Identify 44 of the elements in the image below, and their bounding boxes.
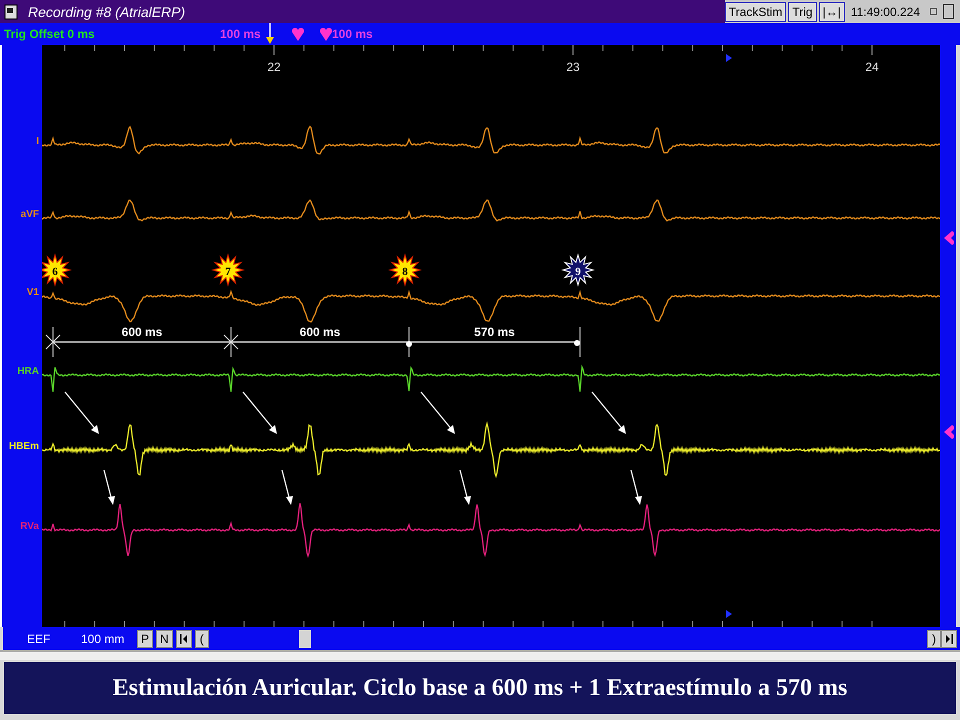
heart-icon bbox=[292, 27, 304, 41]
interval-label: 600 ms bbox=[122, 325, 162, 339]
scroll-right-button[interactable]: ) bbox=[927, 630, 941, 648]
time-label: 24 bbox=[865, 60, 879, 74]
time-label: 22 bbox=[267, 60, 281, 74]
window-title: Recording #8 (AtrialERP) bbox=[28, 4, 186, 20]
window-after-label: 100 ms bbox=[332, 27, 373, 41]
channel-label: HBEm bbox=[8, 441, 39, 452]
channel-marker-icon bbox=[944, 425, 954, 439]
paper-speed-label: 100 mm bbox=[81, 632, 126, 646]
skip-to-start-icon[interactable] bbox=[176, 630, 192, 648]
cursor-marker-icon bbox=[726, 54, 732, 62]
channel-label: I bbox=[36, 136, 39, 147]
heart-icon bbox=[320, 27, 332, 41]
interval-label: 570 ms bbox=[474, 325, 515, 339]
interval-label: 600 ms bbox=[300, 325, 340, 339]
channel-marker-icon bbox=[944, 231, 954, 245]
toolbar-button[interactable]: TrackStim bbox=[724, 2, 786, 22]
cursor-marker-icon bbox=[726, 610, 732, 618]
minimize-icon[interactable] bbox=[930, 8, 937, 15]
document-icon bbox=[4, 4, 18, 20]
maximize-icon[interactable] bbox=[943, 4, 954, 19]
stimulus-number: 6 bbox=[52, 266, 58, 278]
nav-button[interactable]: P bbox=[137, 630, 154, 648]
window-before-label: 100 ms bbox=[220, 27, 261, 41]
trig-offset-label: Trig Offset 0 ms bbox=[4, 27, 95, 41]
toolbar-button[interactable]: |↔| bbox=[818, 2, 845, 22]
clock-time: 11:49:00.224 bbox=[850, 4, 921, 18]
scroll-left-button[interactable]: ( bbox=[194, 630, 209, 648]
channel-label: V1 bbox=[26, 287, 39, 298]
stimulus-number: 7 bbox=[225, 266, 231, 278]
caption-text: Estimulación Auricular. Ciclo base a 600 ms + 1 Extraestímulo a 570 ms bbox=[112, 674, 848, 702]
stimulus-number: 9 bbox=[575, 266, 581, 278]
time-label: 23 bbox=[566, 60, 580, 74]
toolbar-button[interactable]: Trig bbox=[788, 2, 817, 22]
nav-button[interactable]: N bbox=[156, 630, 173, 648]
channel-label: HRA bbox=[17, 366, 39, 377]
trigger-arrow-icon bbox=[266, 23, 274, 45]
stimulus-number: 8 bbox=[402, 266, 408, 278]
skip-to-end-icon[interactable] bbox=[941, 630, 957, 648]
channel-label: RVa bbox=[20, 521, 39, 532]
channel-label: aVF bbox=[20, 209, 39, 220]
protocol-label: EEF bbox=[27, 632, 52, 646]
scroll-thumb[interactable] bbox=[298, 630, 311, 648]
